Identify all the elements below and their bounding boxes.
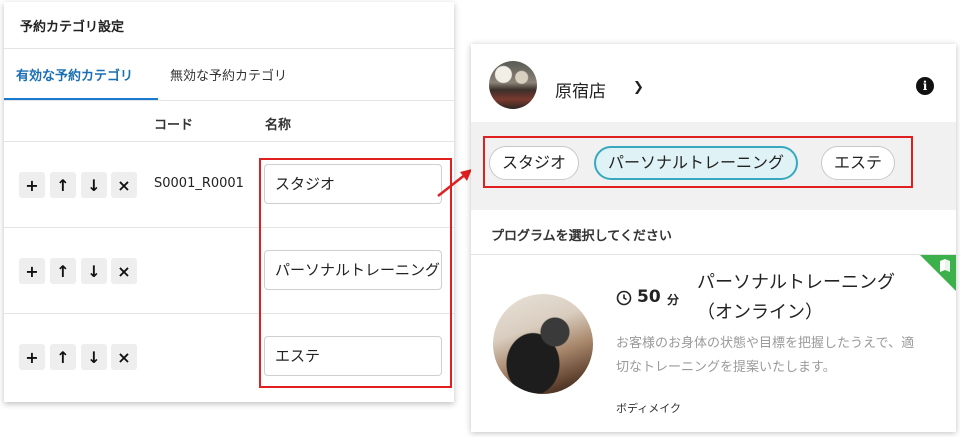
program-duration-unit: 分 xyxy=(667,293,680,307)
section-heading: プログラムを選択してください xyxy=(491,229,672,244)
clock-icon xyxy=(616,290,632,306)
program-tag: ボディメイク xyxy=(616,402,682,415)
move-up-button[interactable]: ↑ xyxy=(50,344,76,370)
move-up-button[interactable]: ↑ xyxy=(50,258,76,284)
delete-row-button[interactable]: × xyxy=(111,172,137,198)
column-header-code: コード xyxy=(154,118,194,133)
move-up-button[interactable]: ↑ xyxy=(50,172,76,198)
move-down-button[interactable]: ↓ xyxy=(81,344,107,370)
add-row-button[interactable]: + xyxy=(19,258,45,284)
divider xyxy=(4,48,454,49)
move-down-button[interactable]: ↓ xyxy=(81,172,107,198)
program-description: お客様のお身体の状態や目標を把握したうえで、適切なトレーニングを提案いたします。 xyxy=(616,336,915,375)
tab-active-categories[interactable]: 有効な予約カテゴリ xyxy=(16,65,133,84)
panel-title: 予約カテゴリ設定 xyxy=(20,20,125,35)
delete-row-button[interactable]: × xyxy=(111,344,137,370)
category-settings-panel: 予約カテゴリ設定 有効な予約カテゴリ 無効な予約カテゴリ コード 名称 + ↑ … xyxy=(4,2,454,402)
delete-row-button[interactable]: × xyxy=(111,258,137,284)
highlight-box xyxy=(483,136,913,188)
program-duration: 50 xyxy=(637,287,661,307)
row-code: S0001_R0001 xyxy=(154,176,244,191)
beginner-mark-icon xyxy=(940,259,950,272)
divider xyxy=(471,254,956,255)
chevron-down-icon[interactable]: ❯ xyxy=(633,80,644,95)
program-photo[interactable] xyxy=(493,294,593,394)
add-row-button[interactable]: + xyxy=(19,344,45,370)
tab-inactive-categories[interactable]: 無効な予約カテゴリ xyxy=(170,65,287,84)
divider xyxy=(4,100,454,101)
add-row-button[interactable]: + xyxy=(19,172,45,198)
highlight-box xyxy=(259,158,452,388)
booking-preview: 原宿店 ❯ i スタジオ パーソナルトレーニング エステ プログラムを選択してく… xyxy=(471,44,956,432)
store-name[interactable]: 原宿店 xyxy=(555,77,606,102)
store-photo xyxy=(489,61,537,109)
info-icon[interactable]: i xyxy=(916,77,934,95)
program-title[interactable]: パーソナルトレーニング（オンライン） xyxy=(697,268,927,328)
column-header-name: 名称 xyxy=(265,118,292,133)
arrow-icon xyxy=(437,169,472,197)
move-down-button[interactable]: ↓ xyxy=(81,258,107,284)
